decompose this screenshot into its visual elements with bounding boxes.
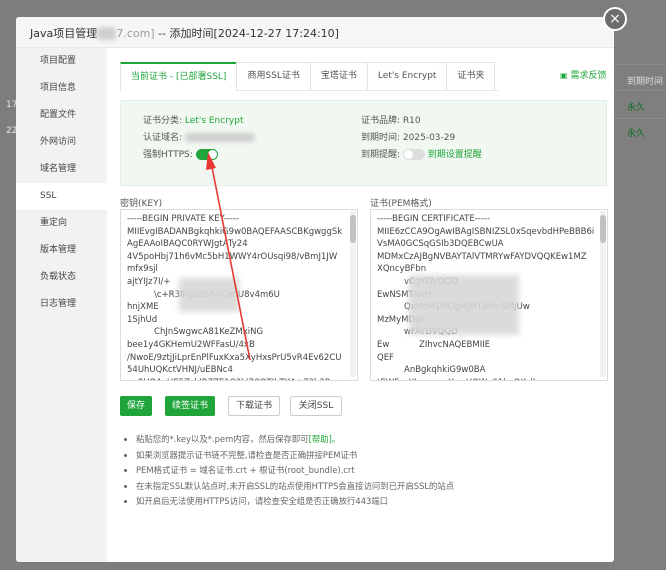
dialog-title: Java项目管理[...]7.com] -- 添加时间[2024-12-27 1…	[30, 25, 339, 41]
sidebar-item-project-config[interactable]: 项目配置	[16, 48, 107, 75]
sidebar-item-domain[interactable]: 域名管理	[16, 156, 107, 183]
cert-scroll-thumb[interactable]	[600, 215, 606, 243]
force-https-label: 强制HTTPS:	[143, 150, 193, 160]
sidebar-item-config-file[interactable]: 配置文件	[16, 102, 107, 129]
dialog-titlebar: Java项目管理[...]7.com] -- 添加时间[2024-12-27 1…	[16, 17, 614, 48]
feedback-icon: ▣	[560, 71, 568, 80]
cert-domain-redacted	[184, 133, 255, 142]
force-https-toggle[interactable]	[195, 149, 218, 160]
background-divider	[614, 118, 666, 119]
cert-scrollbar[interactable]	[600, 211, 606, 377]
key-label: 密钥(KEY)	[120, 199, 163, 209]
cert-expire-label: 到期时间:	[361, 133, 401, 143]
cert-category-label: 证书分类:	[143, 116, 183, 126]
expire-remind-label: 到期提醒:	[361, 150, 401, 160]
close-icon[interactable]: ×	[603, 7, 627, 31]
key-textarea[interactable]: -----BEGIN PRIVATE KEY----- MIIEvgIBADAN…	[120, 209, 358, 381]
cert-info-box: 证书分类: Let's Encrypt 证书品牌: R10 认证域名: 到期时间…	[120, 100, 607, 186]
cert-brand: 证书品牌: R10	[361, 113, 421, 126]
cert-expire-value: 2025-03-29	[402, 133, 456, 143]
ssl-tabs: 当前证书 - [已部署SSL] 商用SSL证书 宝塔证书 Let's Encry…	[120, 62, 498, 91]
sidebar-item-logs[interactable]: 日志管理	[16, 291, 107, 318]
sidebar: 项目配置 项目信息 配置文件 外网访问 域名管理 SSL 重定向 版本管理 负载…	[16, 48, 107, 562]
tips-list: 粘贴您的*.key以及*.pem内容，然后保存即可[帮助]。 如果浏览器提示证书…	[122, 432, 454, 510]
cert-domain-label: 认证域名:	[143, 133, 183, 143]
download-cert-button[interactable]: 下载证书	[228, 396, 280, 416]
force-https: 强制HTTPS:	[143, 147, 218, 160]
tip-item: 如开启后无法使用HTTPS访问，请检查安全组是否正确放行443端口	[136, 494, 454, 510]
sidebar-item-redirect[interactable]: 重定向	[16, 210, 107, 237]
sidebar-item-version[interactable]: 版本管理	[16, 237, 107, 264]
tab-bt-cert[interactable]: 宝塔证书	[309, 62, 368, 90]
tab-lets-encrypt[interactable]: Let's Encrypt	[366, 62, 448, 90]
ssl-panel: 当前证书 - [已部署SSL] 商用SSL证书 宝塔证书 Let's Encry…	[108, 48, 614, 562]
cert-category-value: Let's Encrypt	[184, 116, 244, 126]
tip-item: PEM格式证书 = 域名证书.crt + 根证书(root_bundle).cr…	[136, 463, 454, 479]
title-prefix: Java项目管理	[30, 27, 98, 40]
cert-textarea[interactable]: -----BEGIN CERTIFICATE----- MIIE6zCCA9Og…	[370, 209, 608, 381]
redaction-blur	[409, 275, 519, 335]
key-content: -----BEGIN PRIVATE KEY----- MIIEvgIBADAN…	[127, 214, 344, 380]
sidebar-item-external-access[interactable]: 外网访问	[16, 129, 107, 156]
tab-commercial-ssl[interactable]: 商用SSL证书	[236, 62, 311, 90]
cert-brand-label: 证书品牌:	[361, 116, 401, 126]
feedback-label: 需求反馈	[570, 71, 607, 81]
sidebar-item-project-info[interactable]: 项目信息	[16, 75, 107, 102]
redaction-blur	[179, 278, 239, 312]
cert-domain: 认证域名:	[143, 130, 255, 143]
background-value: 永久	[627, 129, 646, 139]
title-redacted: [...]	[97, 27, 117, 40]
background-divider	[614, 64, 666, 65]
sidebar-item-load-status[interactable]: 负载状态	[16, 264, 107, 291]
cert-brand-value: R10	[402, 116, 421, 126]
expire-remind-toggle[interactable]	[402, 149, 425, 160]
tip-text: 粘贴您的*.key以及*.pem内容，然后保存即可	[136, 434, 309, 444]
tip-item: 如果浏览器提示证书链不完整,请检查是否正确拼接PEM证书	[136, 448, 454, 464]
background-col-header: 到期时间	[627, 77, 664, 87]
expire-remind: 到期提醒: 到期设置提醒	[361, 147, 482, 160]
expire-remind-link[interactable]: 到期设置提醒	[428, 150, 482, 160]
close-ssl-button[interactable]: 关闭SSL	[290, 396, 342, 416]
background-value: 永久	[627, 103, 646, 113]
tab-current-cert[interactable]: 当前证书 - [已部署SSL]	[120, 62, 238, 91]
cert-category: 证书分类: Let's Encrypt	[143, 113, 243, 126]
background-divider	[614, 90, 666, 91]
help-link[interactable]: [帮助]。	[309, 434, 341, 444]
key-scrollbar[interactable]	[350, 211, 356, 377]
renew-cert-button[interactable]: 续签证书	[165, 396, 215, 416]
tab-cert-folder[interactable]: 证书夹	[446, 62, 496, 90]
tip-item: 在未指定SSL默认站点时,未开启SSL的站点使用HTTPS会直接访问到已开启SS…	[136, 479, 454, 495]
title-suffix: -- 添加时间[2024-12-27 17:24:10]	[158, 27, 339, 40]
feedback-link[interactable]: ▣ 需求反馈	[560, 68, 606, 81]
sidebar-item-ssl[interactable]: SSL	[16, 183, 107, 210]
tip-item: 粘贴您的*.key以及*.pem内容，然后保存即可[帮助]。	[136, 432, 454, 448]
cert-expire: 到期时间: 2025-03-29	[361, 130, 455, 143]
key-scroll-thumb[interactable]	[350, 215, 356, 243]
ssl-dialog: Java项目管理[...]7.com] -- 添加时间[2024-12-27 1…	[16, 17, 614, 562]
title-obscured-tail: 7.com]	[116, 27, 155, 40]
cert-label: 证书(PEM格式)	[370, 199, 432, 209]
save-button[interactable]: 保存	[120, 396, 152, 416]
